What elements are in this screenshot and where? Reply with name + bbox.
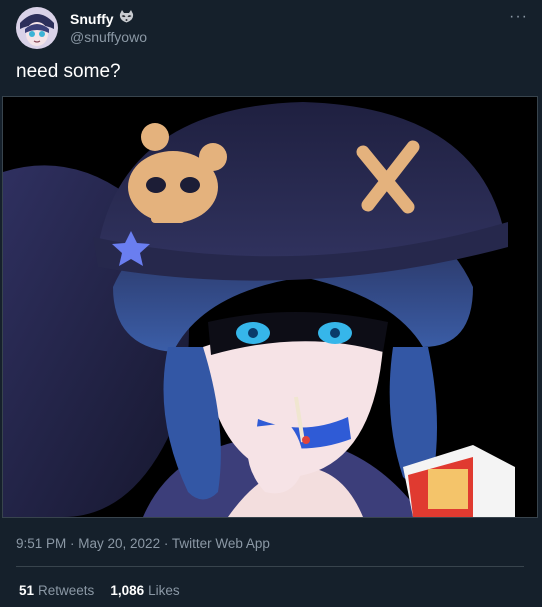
retweets-stat[interactable]: 51 Retweets: [19, 583, 94, 598]
tweet-media-image[interactable]: [2, 96, 538, 518]
display-name-row: Snuffy: [70, 10, 147, 28]
retweets-count: 51: [19, 583, 35, 598]
avatar-image: [16, 7, 58, 49]
likes-label: Likes: [148, 583, 180, 598]
tweet-header: Snuffy @snuffyowo ···: [16, 6, 528, 50]
media-illustration: [3, 97, 537, 517]
tweet-timestamp[interactable]: 9:51 PM · May 20, 2022 · Twitter Web App: [16, 536, 270, 551]
display-name[interactable]: Snuffy: [70, 10, 114, 28]
retweets-label: Retweets: [38, 583, 95, 598]
divider: [16, 566, 524, 567]
tweet-stats: 51 Retweets 1,086 Likes: [19, 583, 180, 598]
tweet-text: need some?: [16, 61, 121, 82]
raccoon-icon: [119, 10, 134, 28]
user-handle[interactable]: @snuffyowo: [70, 28, 147, 46]
avatar[interactable]: [16, 7, 58, 49]
tweet-card: Snuffy @snuffyowo ··· need some? 9:51 PM…: [0, 0, 542, 607]
more-options-icon[interactable]: ···: [509, 8, 528, 26]
likes-count: 1,086: [110, 583, 145, 598]
likes-stat[interactable]: 1,086 Likes: [110, 583, 179, 598]
author-names: Snuffy @snuffyowo: [70, 10, 147, 46]
